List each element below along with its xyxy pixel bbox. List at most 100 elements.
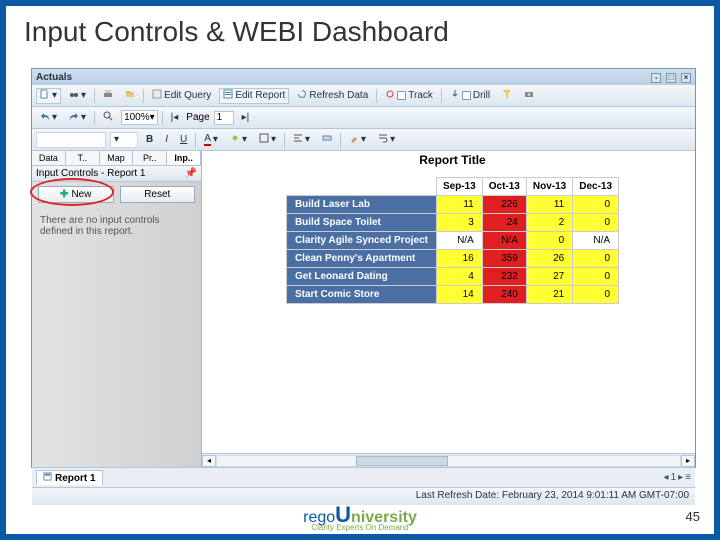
bold-button[interactable]: B (142, 132, 157, 148)
edit-query-button[interactable]: Edit Query (148, 88, 215, 104)
table-row: Start Comic Store14240210 (286, 286, 618, 304)
scroll-thumb[interactable] (356, 456, 449, 466)
drill-icon (450, 89, 460, 102)
print-button[interactable] (99, 88, 117, 104)
tab-map[interactable]: Map (100, 151, 134, 165)
row-header[interactable]: Clarity Agile Synced Project (286, 232, 436, 250)
data-cell[interactable]: 0 (573, 196, 619, 214)
report-tab-1[interactable]: Report 1 (36, 470, 103, 485)
underline-button[interactable]: U (176, 132, 191, 148)
data-cell[interactable]: 0 (526, 232, 572, 250)
new-input-control-button[interactable]: ✚ New (38, 186, 114, 203)
data-cell[interactable]: 16 (436, 250, 482, 268)
data-cell[interactable]: 4 (436, 268, 482, 286)
document-menu-button[interactable]: ▾ (36, 88, 61, 104)
col-header[interactable]: Sep-13 (436, 178, 482, 196)
page-label: Page (186, 112, 209, 123)
data-cell[interactable]: 11 (436, 196, 482, 214)
drill-checkbox[interactable] (462, 91, 471, 100)
tab-data[interactable]: Data (32, 151, 66, 165)
row-header[interactable]: Clean Penny's Apartment (286, 250, 436, 268)
tab-nav-menu[interactable]: ≡ (685, 472, 691, 483)
data-cell[interactable]: 0 (573, 214, 619, 232)
data-cell[interactable]: N/A (436, 232, 482, 250)
data-cell[interactable]: 11 (526, 196, 572, 214)
tab-properties[interactable]: Pr.. (133, 151, 167, 165)
redo-button[interactable]: ▾ (65, 110, 90, 126)
data-cell[interactable]: 21 (526, 286, 572, 304)
report-icon (223, 89, 233, 102)
data-cell[interactable]: 14 (436, 286, 482, 304)
scroll-left-arrow[interactable]: ◂ (202, 455, 216, 467)
page-nav-first[interactable]: |◂ (167, 110, 183, 126)
data-cell[interactable]: 2 (526, 214, 572, 232)
row-header[interactable]: Start Comic Store (286, 286, 436, 304)
page-nav-last[interactable]: ▸| (238, 110, 254, 126)
edit-report-button[interactable]: Edit Report (219, 88, 289, 104)
data-cell[interactable]: 24 (482, 214, 526, 232)
data-cell[interactable]: 240 (482, 286, 526, 304)
track-checkbox[interactable] (397, 91, 406, 100)
window-titlebar: Actuals - □ × (32, 69, 695, 85)
merge-button[interactable] (318, 132, 336, 148)
wrap-button[interactable]: ▾ (374, 132, 399, 148)
undo-button[interactable]: ▾ (36, 110, 61, 126)
tab-templates[interactable]: T.. (66, 151, 100, 165)
refresh-data-button[interactable]: Refresh Data (293, 88, 372, 104)
font-select[interactable] (36, 132, 106, 148)
row-header[interactable]: Get Leonard Dating (286, 268, 436, 286)
tab-nav-next[interactable]: ▸ (678, 472, 683, 483)
data-cell[interactable]: 0 (573, 286, 619, 304)
font-color-button[interactable]: A▾ (200, 132, 222, 148)
find-button[interactable] (121, 88, 139, 104)
slide-page-number: 45 (686, 509, 700, 524)
data-cell[interactable]: 226 (482, 196, 526, 214)
data-cell[interactable]: 0 (573, 250, 619, 268)
data-cell[interactable]: 26 (526, 250, 572, 268)
table-row: Clean Penny's Apartment16359260 (286, 250, 618, 268)
data-cell[interactable]: 3 (436, 214, 482, 232)
zoom-icon (103, 111, 113, 124)
col-header[interactable]: Nov-13 (526, 178, 572, 196)
view-menu-button[interactable]: ▾ (65, 88, 90, 104)
horizontal-scrollbar[interactable]: ◂ ▸ (202, 453, 695, 467)
col-header[interactable]: Dec-13 (573, 178, 619, 196)
restore-button[interactable]: □ (666, 73, 676, 83)
separator (340, 133, 341, 147)
row-header[interactable]: Build Laser Lab (286, 196, 436, 214)
close-button[interactable]: × (681, 73, 691, 83)
align-button[interactable]: ▾ (289, 132, 314, 148)
page-number-input[interactable]: 1 (214, 111, 234, 125)
data-cell[interactable]: 27 (526, 268, 572, 286)
data-cell[interactable]: 359 (482, 250, 526, 268)
border-button[interactable]: ▾ (255, 132, 280, 148)
zoom-in-button[interactable] (99, 110, 117, 126)
scroll-right-arrow[interactable]: ▸ (681, 455, 695, 467)
format-painter-button[interactable]: ▾ (345, 132, 370, 148)
track-button[interactable]: Track (381, 88, 437, 104)
border-icon (259, 133, 269, 146)
pin-icon[interactable]: 📌 (185, 168, 197, 179)
query-icon (152, 89, 162, 102)
data-cell[interactable]: N/A (482, 232, 526, 250)
tab-nav-prev[interactable]: ◂ (664, 472, 669, 483)
filter-button[interactable] (498, 88, 516, 104)
bg-color-button[interactable]: ▾ (226, 132, 251, 148)
tab-input-controls[interactable]: Inp.. (167, 151, 201, 165)
data-cell[interactable]: N/A (573, 232, 619, 250)
col-header[interactable]: Oct-13 (482, 178, 526, 196)
data-cell[interactable]: 232 (482, 268, 526, 286)
report-canvas[interactable]: Report Title Sep-13 Oct-13 Nov-13 Dec-13 (210, 151, 695, 449)
data-cell[interactable]: 0 (573, 268, 619, 286)
new-button-label: New (71, 189, 91, 200)
scroll-track[interactable] (216, 455, 681, 467)
window-buttons: - □ × (649, 72, 691, 83)
snapshot-button[interactable] (520, 88, 538, 104)
minimize-button[interactable]: - (651, 73, 661, 83)
drill-button[interactable]: Drill (446, 88, 494, 104)
fontsize-select[interactable]: ▾ (110, 132, 138, 148)
zoom-select[interactable]: 100% ▾ (121, 110, 158, 125)
reset-input-control-button[interactable]: Reset (120, 186, 196, 203)
italic-button[interactable]: I (161, 132, 172, 148)
row-header[interactable]: Build Space Toilet (286, 214, 436, 232)
